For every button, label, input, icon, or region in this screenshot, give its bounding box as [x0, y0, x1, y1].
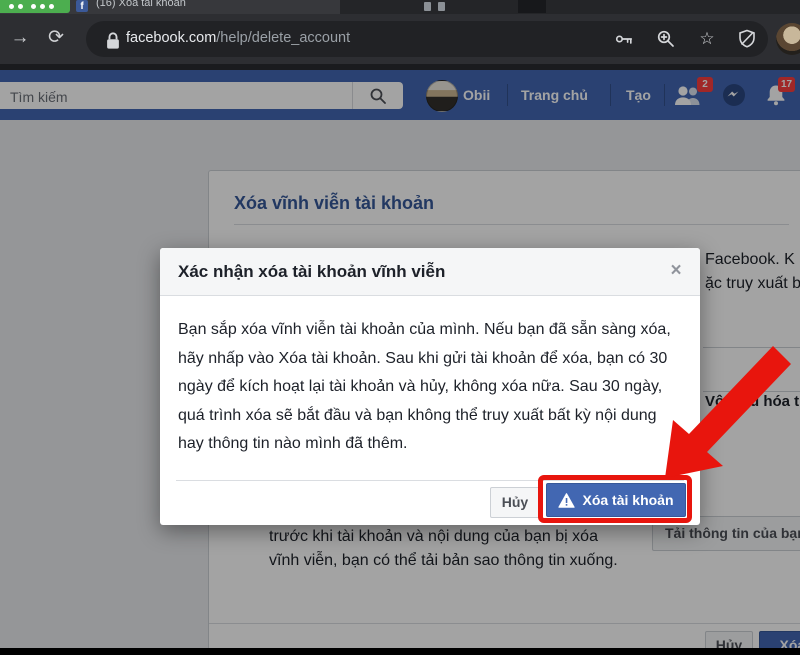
- modal-header: Xác nhận xóa tài khoản vĩnh viễn ×: [160, 248, 700, 296]
- warning-triangle-icon: [558, 493, 575, 508]
- recording-badge-dots: [9, 4, 14, 9]
- bottom-black-bar: [0, 648, 800, 655]
- new-tab-button[interactable]: [518, 0, 546, 13]
- confirm-delete-modal: Xác nhận xóa tài khoản vĩnh viễn × Bạn s…: [160, 248, 700, 525]
- browser-tab-strip: f (16) Xóa tài khoản: [0, 0, 800, 14]
- tab-title: (16) Xóa tài khoản: [96, 0, 328, 14]
- key-icon[interactable]: [614, 29, 634, 49]
- screenshot-root: f (16) Xóa tài khoản → ⟳ facebook.com/he…: [0, 0, 800, 655]
- recording-badge: [0, 0, 70, 13]
- zoom-icon[interactable]: [656, 29, 676, 49]
- modal-cancel-button[interactable]: Hủy: [490, 487, 540, 518]
- reload-icon[interactable]: ⟳: [42, 24, 70, 52]
- annotation-highlight-box: Xóa tài khoản: [538, 475, 692, 523]
- tab-decoration: [424, 2, 431, 11]
- bookmark-star-icon[interactable]: ☆: [696, 28, 718, 50]
- modal-body-text: Bạn sắp xóa vĩnh viễn tài khoản của mình…: [178, 316, 678, 459]
- forward-icon[interactable]: →: [6, 24, 34, 52]
- tab-decoration: [438, 2, 445, 11]
- modal-confirm-delete-button[interactable]: Xóa tài khoản: [546, 483, 686, 517]
- url-host: facebook.com: [126, 30, 216, 46]
- url-text: facebook.com/help/delete_account: [126, 30, 350, 46]
- facebook-favicon-icon: f: [76, 0, 88, 12]
- modal-title: Xác nhận xóa tài khoản vĩnh viễn: [178, 262, 445, 282]
- lock-icon: [103, 31, 123, 51]
- address-bar[interactable]: facebook.com/help/delete_account ☆: [86, 21, 768, 57]
- browser-profile-avatar[interactable]: [776, 23, 800, 55]
- shield-icon[interactable]: [737, 29, 757, 49]
- confirm-button-label: Xóa tài khoản: [582, 492, 673, 508]
- browser-toolbar: → ⟳ facebook.com/help/delete_account ☆: [0, 14, 800, 64]
- close-icon[interactable]: ×: [666, 259, 686, 283]
- url-path: /help/delete_account: [216, 30, 350, 46]
